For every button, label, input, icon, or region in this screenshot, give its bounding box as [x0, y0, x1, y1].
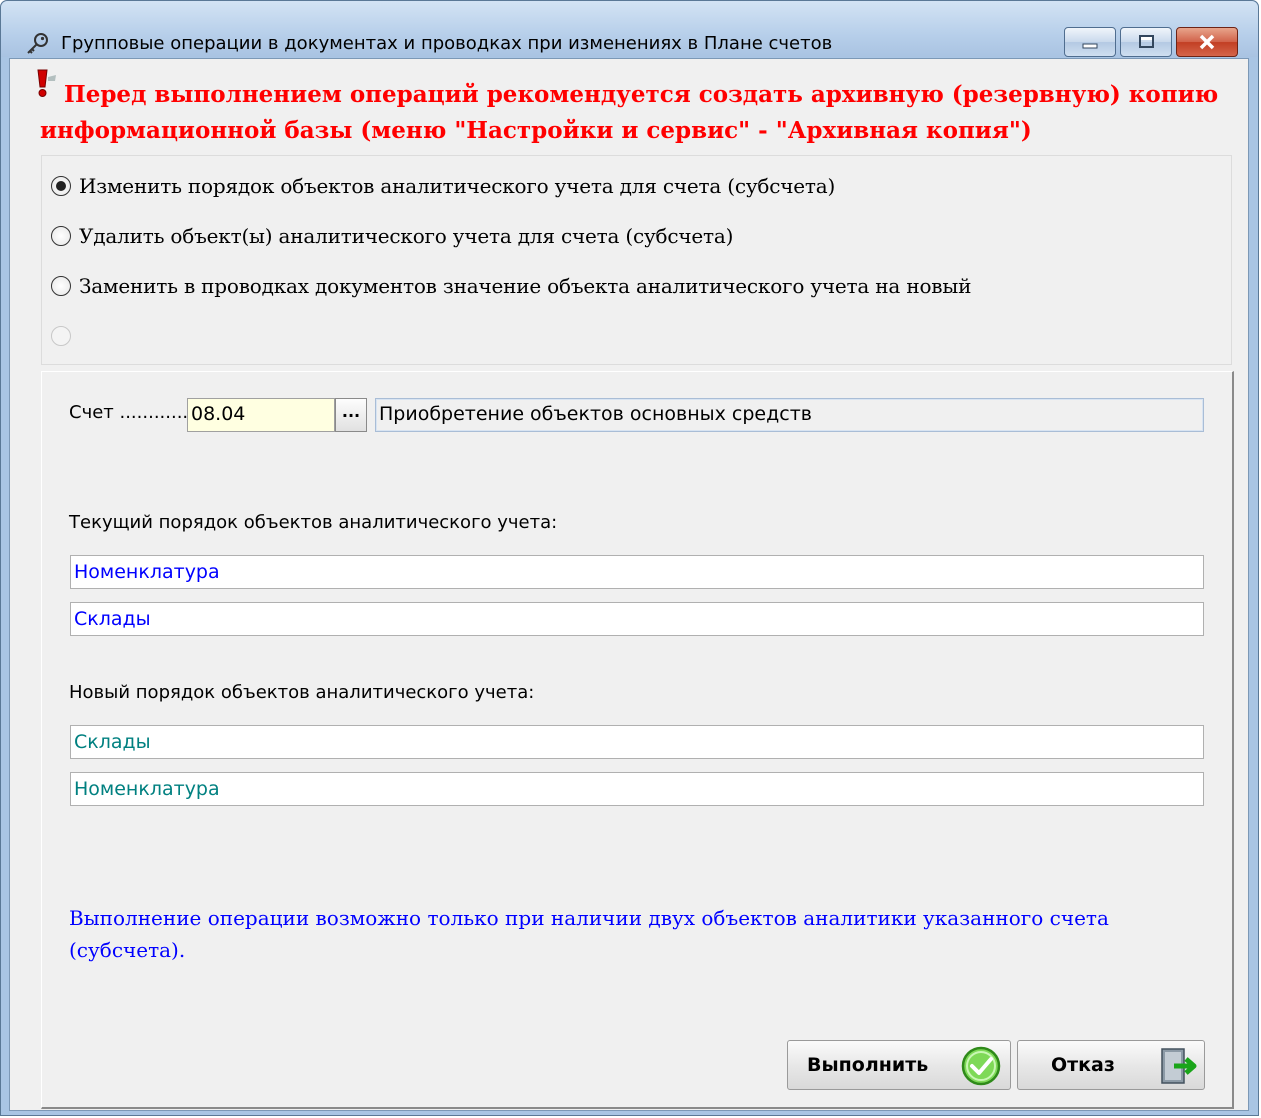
minimize-icon — [1082, 43, 1098, 49]
current-order-label: Текущий порядок объектов аналитического … — [69, 512, 558, 533]
run-button[interactable]: Выполнить — [787, 1040, 1011, 1090]
account-browse-button[interactable]: ... — [335, 398, 367, 432]
new-order-item[interactable]: Склады — [70, 725, 1204, 759]
close-icon — [1199, 34, 1215, 50]
restore-icon — [1139, 35, 1154, 48]
current-order-item[interactable]: Номенклатура — [70, 555, 1204, 589]
cancel-button[interactable]: Отказ — [1017, 1040, 1205, 1090]
radio-replace-value[interactable]: Заменить в проводках документов значение… — [51, 271, 971, 301]
run-button-label: Выполнить — [807, 1054, 929, 1076]
close-button[interactable] — [1176, 27, 1238, 57]
window-title: Групповые операции в документах и провод… — [61, 33, 833, 54]
account-code-input[interactable]: 08.04 — [187, 398, 335, 432]
radio-label: Удалить объект(ы) аналитического учета д… — [79, 224, 734, 248]
radio-disabled-option — [51, 321, 79, 351]
radio-label: Заменить в проводках документов значение… — [79, 274, 972, 298]
maximize-button[interactable] — [1120, 27, 1172, 57]
radio-button[interactable] — [51, 276, 71, 296]
current-order-item[interactable]: Склады — [70, 602, 1204, 636]
radio-button[interactable] — [51, 226, 71, 246]
title-bar[interactable]: Групповые операции в документах и провод… — [1, 1, 1258, 57]
account-name-field: Приобретение объектов основных средств — [375, 398, 1204, 432]
radio-delete-objects[interactable]: Удалить объект(ы) аналитического учета д… — [51, 221, 733, 251]
dialog-window: Групповые операции в документах и провод… — [0, 0, 1259, 1116]
operation-radio-group: Изменить порядок объектов аналитического… — [41, 155, 1232, 365]
dialog-client-area: Перед выполнением операций рекомендуется… — [9, 58, 1249, 1111]
radio-label: Изменить порядок объектов аналитического… — [79, 174, 836, 198]
cancel-button-label: Отказ — [1051, 1054, 1115, 1076]
radio-button — [51, 326, 71, 346]
account-label: Счет ............ — [69, 402, 189, 423]
operation-settings-panel: Счет ............ 08.04 ... Приобретение… — [41, 371, 1234, 1109]
radio-button[interactable] — [51, 176, 71, 196]
key-icon — [27, 33, 48, 54]
minimize-button[interactable] — [1064, 27, 1116, 57]
check-circle-icon — [961, 1046, 1001, 1086]
radio-change-order[interactable]: Изменить порядок объектов аналитического… — [51, 171, 835, 201]
new-order-item[interactable]: Номенклатура — [70, 772, 1204, 806]
exit-door-icon — [1161, 1048, 1197, 1084]
warning-message: Перед выполнением операций рекомендуется… — [40, 81, 1219, 144]
operation-note: Выполнение операции возможно только при … — [69, 906, 1109, 962]
new-order-label: Новый порядок объектов аналитического уч… — [69, 682, 535, 703]
